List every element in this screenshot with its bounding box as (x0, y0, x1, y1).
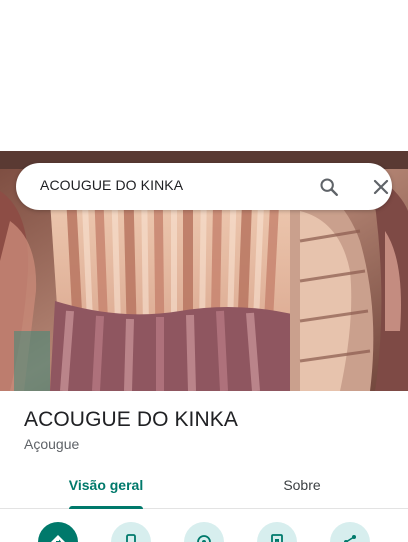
place-category: Açougue (24, 436, 80, 452)
share-icon (344, 535, 356, 542)
location-pin-icon (197, 535, 211, 542)
tab-overview-label: Visão geral (68, 477, 144, 493)
save-button[interactable] (257, 522, 297, 542)
place-page: ACOUGUE DO KINKA ACOUGUE DO KINKA Açougu… (0, 0, 408, 542)
close-icon[interactable] (371, 177, 391, 197)
search-bar[interactable]: ACOUGUE DO KINKA (16, 163, 392, 210)
tab-about-label: Sobre (283, 477, 321, 493)
tab-overview[interactable]: Visão geral (42, 462, 170, 509)
save-icon (271, 534, 283, 542)
phone-icon (126, 534, 136, 542)
tab-about[interactable]: Sobre (238, 462, 366, 508)
share-button[interactable] (330, 522, 370, 542)
call-button[interactable] (111, 522, 151, 542)
directions-icon (51, 535, 65, 542)
search-input[interactable]: ACOUGUE DO KINKA (40, 177, 183, 193)
place-title: ACOUGUE DO KINKA (24, 408, 238, 431)
directions-button[interactable] (38, 522, 78, 542)
nearby-button[interactable] (184, 522, 224, 542)
place-tabs: Visão geral Sobre (0, 462, 408, 509)
search-icon[interactable] (318, 176, 340, 198)
action-buttons-row (0, 520, 408, 542)
